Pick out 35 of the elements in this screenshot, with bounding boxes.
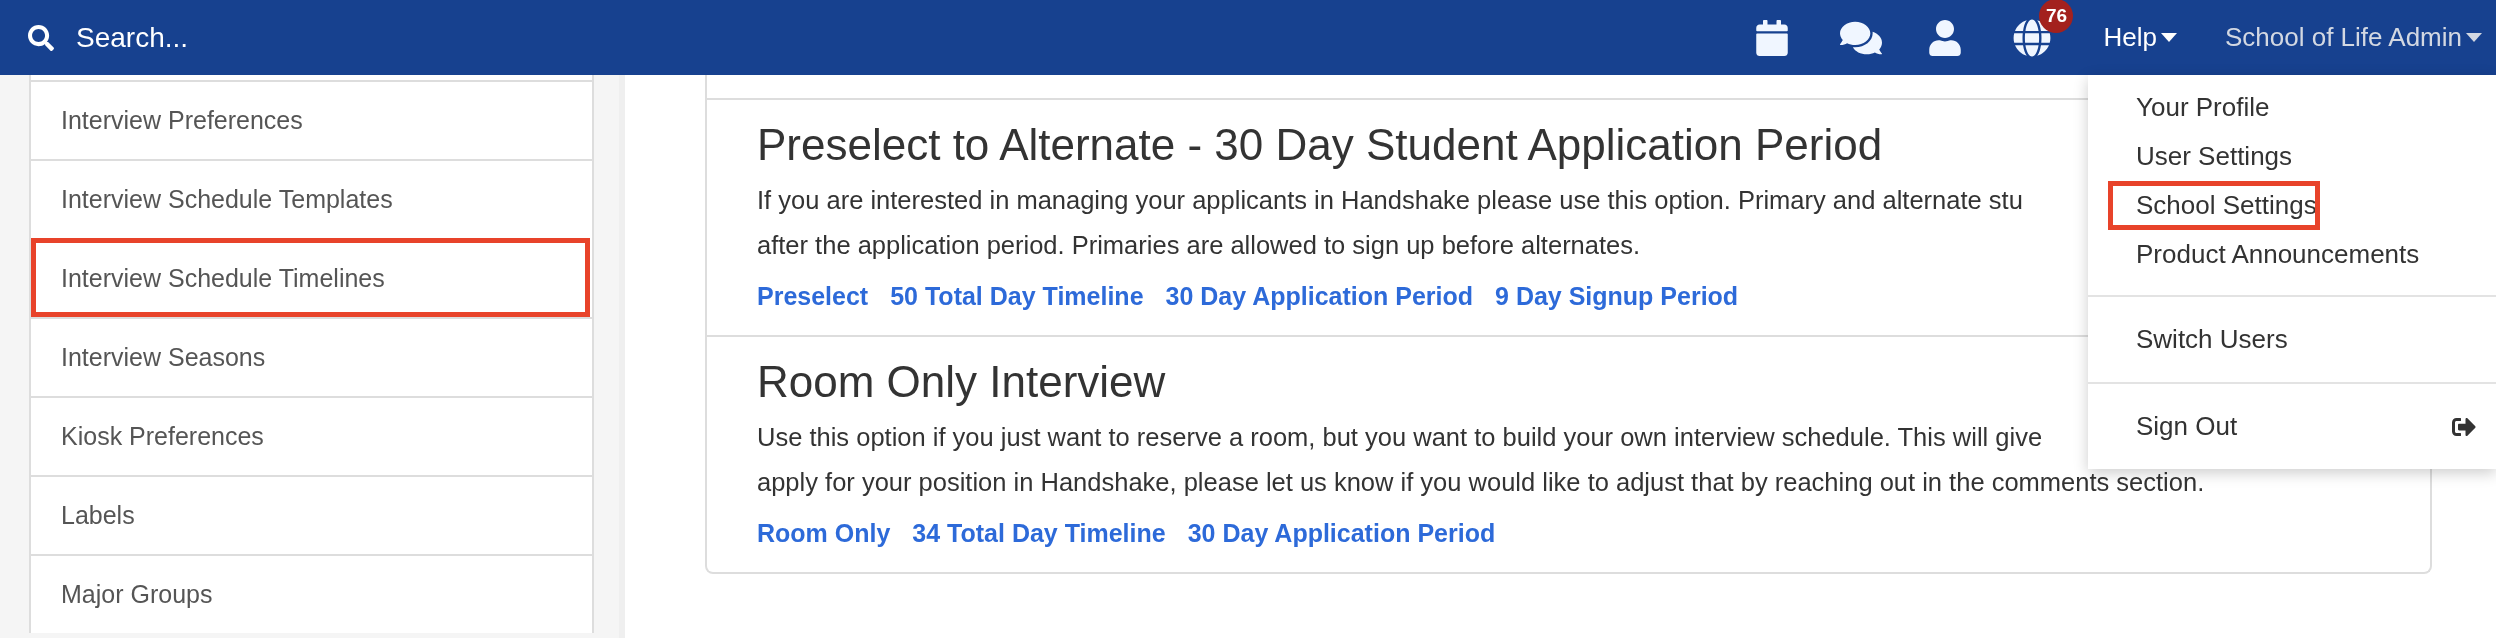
menu-item[interactable]: Your Profile [2108,83,2476,132]
menu-item[interactable]: Switch Users [2108,315,2476,364]
menu-item[interactable]: User Settings [2108,132,2476,181]
account-menu[interactable]: School of Life Admin [2224,22,2482,53]
tag-link[interactable]: 9 Day Signup Period [1495,282,1739,311]
notification-badge: 76 [2039,0,2074,33]
sidebar-item[interactable]: Major Groups [31,554,592,633]
tag-link[interactable]: 30 Day Application Period [1187,519,1496,548]
tag-link[interactable]: Preselect [757,282,869,311]
sidebar-item[interactable]: Kiosk Preferences [31,396,592,475]
tag-link[interactable]: 30 Day Application Period [1165,282,1474,311]
description-line: Use this option if you just want to reserve a room, but you want to build your own interview schedule. This will give [757,422,2043,453]
tag-link[interactable]: 34 Total Day Timeline [912,519,1166,548]
section-title: Room Only Interview [757,357,1166,407]
calendar-icon[interactable] [1754,19,1791,56]
description-line: If you are interested in managing your applicants in Handshake please use this option. Primary and alternate stu [757,185,2023,216]
section-title: Preselect to Alternate - 30 Day Student Application Period [757,120,1883,170]
menu-item[interactable]: Sign Out [2108,402,2476,451]
caret-icon [2466,32,2482,43]
sidebar-item[interactable]: Interview Schedule Timelines [31,238,590,317]
help-menu[interactable]: Help [2103,22,2177,53]
search-field[interactable]: Search... [74,20,474,55]
menu-item[interactable]: Product Announcements [2108,230,2476,279]
tag-link[interactable]: Room Only [757,519,891,548]
description-line: after the application period. Primaries are allowed to sign up before alternates. [757,230,1641,261]
sidebar-item[interactable]: Interview Seasons [31,317,592,396]
sidebar-item[interactable]: Interview Schedule Templates [31,159,592,238]
sidebar-item[interactable]: Labels [31,475,592,554]
caret-icon [2160,32,2177,43]
search-icon [28,24,54,51]
tag-link[interactable]: 50 Total Day Timeline [890,282,1144,311]
menu-item[interactable]: School Settings [2108,181,2320,230]
description-line: apply for your position in Handshake, please let us know if you would like to adjust that by reaching out in the comments section. [757,467,2205,498]
sidebar-item[interactable]: Interview Preferences [31,80,592,159]
user-icon[interactable] [1927,19,1964,56]
